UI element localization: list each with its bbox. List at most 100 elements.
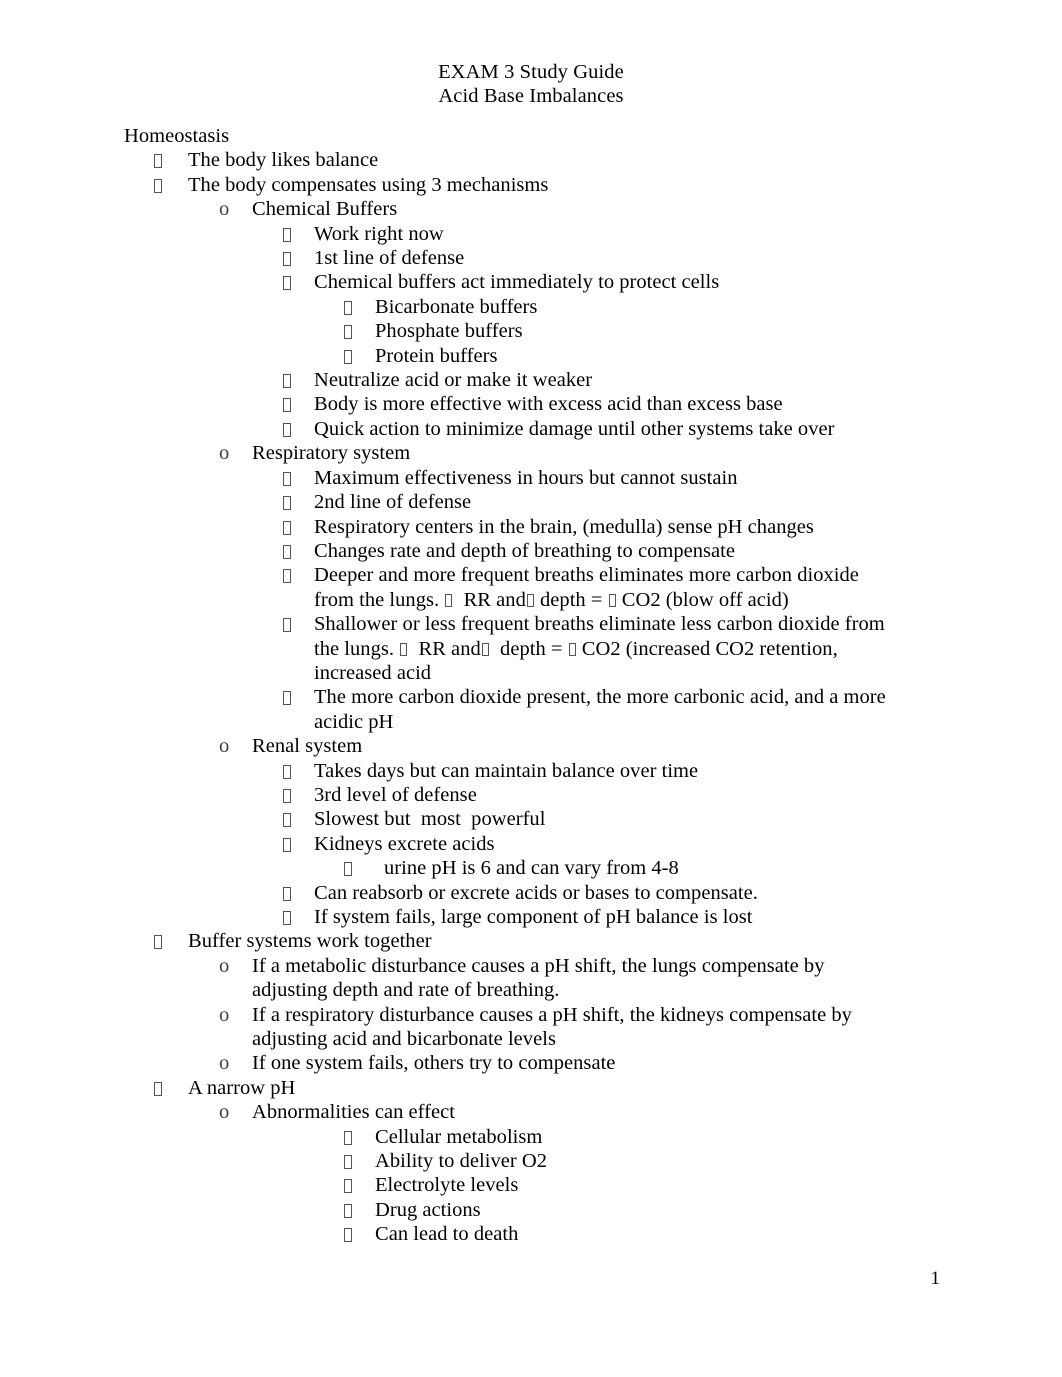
document-page: EXAM 3 Study Guide Acid Base Imbalances … [0, 0, 1062, 1377]
missing-glyph-bullet-icon [283, 276, 291, 291]
outline-item-text: The more carbon dioxide present, the mor… [314, 686, 891, 733]
outline-item-text: The body likes balance [188, 149, 379, 172]
outline-item-text: urine pH is 6 and can vary from 4-8 [384, 857, 679, 880]
missing-glyph-bullet-icon [154, 148, 188, 172]
outline-item: The more carbon dioxide present, the mor… [0, 685, 1062, 734]
outline-item: Neutralize acid or make it weaker [0, 368, 1062, 392]
outline-item-text: Renal system [252, 735, 363, 758]
missing-glyph-bullet-icon [344, 1155, 352, 1170]
circle-letter-bullet-icon: o [219, 735, 230, 758]
missing-glyph-arrow-icon [400, 643, 408, 657]
missing-glyph-bullet-icon [283, 618, 291, 633]
missing-glyph-bullet-icon [283, 515, 314, 539]
missing-glyph-bullet-icon [344, 1198, 375, 1222]
outline-item: Buffer systems work together [0, 929, 1062, 953]
outline-item-text: 3rd level of defense [314, 783, 477, 806]
outline-item: Ability to deliver O2 [0, 1149, 1062, 1173]
missing-glyph-bullet-icon [344, 300, 352, 315]
missing-glyph-bullet-icon [154, 1076, 188, 1100]
outline-item-text: Changes rate and depth of breathing to c… [314, 539, 736, 562]
outline-item-text: Cellular metabolism [375, 1125, 543, 1148]
missing-glyph-bullet-icon [283, 496, 291, 511]
outline-item-text: Kidneys excrete acids [314, 832, 495, 855]
outline-item-text: Chemical buffers act immediately to prot… [314, 271, 720, 294]
outline-item-text: Buffer systems work together [188, 930, 432, 953]
outline-item-text: If system fails, large component of pH b… [314, 906, 753, 928]
outline-item-text: Can lead to death [375, 1223, 519, 1246]
outline-item: A narrow pH [0, 1076, 1062, 1100]
missing-glyph-bullet-icon [154, 929, 188, 953]
missing-glyph-bullet-icon [283, 227, 291, 242]
missing-glyph-bullet-icon [283, 563, 314, 587]
outline-item: Quick action to minimize damage until ot… [0, 417, 1062, 441]
missing-glyph-bullet-icon [283, 783, 314, 807]
missing-glyph-bullet-icon [283, 374, 291, 389]
missing-glyph-bullet-icon [344, 325, 352, 340]
missing-glyph-arrow-icon [445, 594, 453, 608]
outline-item: Bicarbonate buffers [0, 295, 1062, 319]
outline-item: o If one system fails, others try to comp… [0, 1051, 1062, 1075]
missing-glyph-bullet-icon [283, 246, 314, 270]
missing-glyph-bullet-icon [154, 173, 188, 197]
missing-glyph-bullet-icon [344, 1203, 352, 1218]
outline-item-text: If a respiratory disturbance causes a pH… [252, 1003, 858, 1051]
outline-item-text: Chemical Buffers [252, 198, 398, 221]
missing-glyph-bullet-icon [283, 544, 291, 559]
outline-item: Slowest but most powerful [0, 807, 1062, 831]
outline-item-text: Maximum effectiveness in hours but canno… [314, 466, 738, 489]
page-subtitle: Acid Base Imbalances [438, 85, 624, 107]
outline-item: Body is more effective with excess acid … [0, 392, 1062, 416]
missing-glyph-bullet-icon [344, 1125, 375, 1149]
missing-glyph-bullet-icon [283, 685, 314, 709]
outline-item: 1st line of defense [0, 246, 1062, 270]
outline-item-text: A narrow pH [188, 1076, 296, 1099]
missing-glyph-bullet-icon [283, 837, 291, 852]
missing-glyph-bullet-icon [283, 222, 314, 246]
missing-glyph-bullet-icon [283, 832, 314, 856]
outline-item: o If a metabolic disturbance causes a pH … [0, 954, 1062, 1003]
missing-glyph-bullet-icon [283, 417, 314, 441]
missing-glyph-bullet-icon [283, 471, 291, 486]
missing-glyph-bullet-icon [283, 905, 314, 929]
missing-glyph-bullet-icon [344, 1149, 375, 1173]
outline-item: Homeostasis [0, 124, 1062, 148]
missing-glyph-bullet-icon [344, 1179, 352, 1194]
missing-glyph-bullet-icon [344, 862, 352, 877]
outline-item-text: Ability to deliver O2 [375, 1150, 548, 1173]
missing-glyph-bullet-icon [283, 392, 314, 416]
missing-glyph-bullet-icon [283, 612, 314, 636]
missing-glyph-arrow-icon [526, 594, 534, 608]
outline-item: o Chemical Buffers [0, 197, 1062, 221]
outline-item-text: Neutralize acid or make it weaker [314, 369, 593, 392]
missing-glyph-bullet-icon [283, 368, 314, 392]
missing-glyph-bullet-icon [344, 1173, 375, 1197]
missing-glyph-arrow-icon [481, 643, 489, 657]
outline-item-text: If a metabolic disturbance causes a pH s… [252, 954, 830, 1002]
missing-glyph-bullet-icon [283, 398, 291, 413]
outline-item-text: Respiratory system [252, 442, 411, 465]
missing-glyph-bullet-icon [344, 295, 375, 319]
missing-glyph-bullet-icon [283, 422, 291, 437]
missing-glyph-bullet-icon [283, 490, 314, 514]
missing-glyph-bullet-icon [154, 154, 162, 169]
outline-item: Can lead to death [0, 1222, 1062, 1246]
missing-glyph-bullet-icon [344, 344, 375, 368]
outline-item: o Abnormalities can effect [0, 1100, 1062, 1124]
missing-glyph-bullet-icon [283, 788, 291, 803]
outline-item-text: If one system fails, others try to compe… [252, 1052, 616, 1075]
missing-glyph-bullet-icon [283, 691, 291, 706]
outline-item-text: Deeper and more frequent breaths elimina… [314, 564, 865, 611]
outline-item: Changes rate and depth of breathing to c… [0, 539, 1062, 563]
outline-item: The body compensates using 3 mechanisms [0, 173, 1062, 197]
outline-item-text: Shallower or less frequent breaths elimi… [314, 613, 890, 684]
page-title: EXAM 3 Study Guide [438, 61, 624, 83]
outline-item-text: Abnormalities can effect [252, 1101, 455, 1124]
missing-glyph-bullet-icon [344, 856, 384, 880]
outline-item-text: Electrolyte levels [375, 1174, 519, 1197]
outline-item: Phosphate buffers [0, 319, 1062, 343]
outline-item-text: Work right now [314, 222, 444, 245]
missing-glyph-bullet-icon [344, 319, 375, 343]
outline-item: o Renal system [0, 734, 1062, 758]
page-number: 1 [930, 1268, 941, 1289]
outline-item-text: Can reabsorb or excrete acids or bases t… [314, 881, 758, 904]
